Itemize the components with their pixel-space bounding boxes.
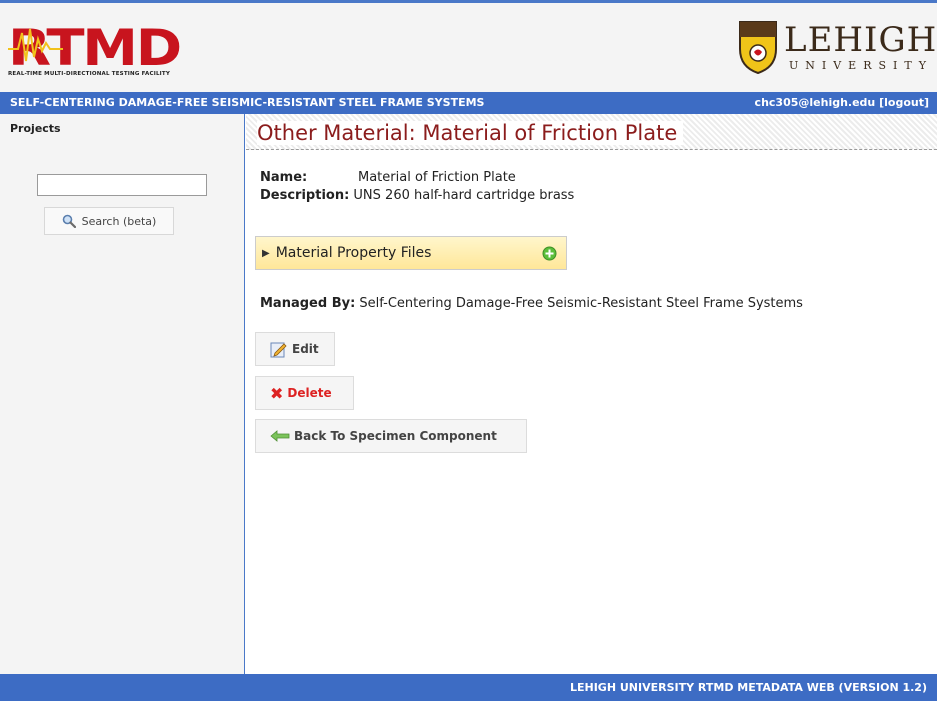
shield-icon [739,21,777,75]
edit-button[interactable]: Edit [255,332,335,366]
delete-x-icon: ✖ [270,383,284,403]
search-input[interactable] [37,174,207,196]
edit-icon [270,342,287,358]
user-logout-link[interactable]: chc305@lehigh.edu [logout] [755,96,929,109]
project-title[interactable]: SELF-CENTERING DAMAGE-FREE SEISMIC-RESIS… [10,96,484,109]
description-value: UNS 260 half-hard cartridge brass [353,188,575,203]
top-bar: SELF-CENTERING DAMAGE-FREE SEISMIC-RESIS… [0,92,937,114]
name-value: Material of Friction Plate [358,170,516,185]
name-label: Name: [260,170,308,185]
footer: LEHIGH UNIVERSITY RTMD METADATA WEB (VER… [0,674,937,701]
edit-button-label: Edit [292,342,319,356]
delete-button-label: Delete [287,386,332,400]
page-title: Other Material: Material of Friction Pla… [257,121,684,145]
managed-by: Managed By: Self-Centering Damage-Free S… [260,296,803,311]
description-label: Description: [260,188,350,203]
sidebar-title: Projects [10,122,61,135]
back-to-specimen-component-button[interactable]: Back To Specimen Component [255,419,527,453]
expand-triangle-icon[interactable]: ▶ [262,248,270,259]
material-info: Name: Material of Friction Plate Descrip… [260,169,574,205]
rtmd-logo-subtitle: REAL-TIME MULTI-DIRECTIONAL TESTING FACI… [8,71,171,77]
search-button[interactable]: Search (beta) [44,207,174,235]
sidebar: Projects Search (beta) [0,114,245,674]
add-file-icon[interactable] [542,246,557,261]
rtmd-logo-letters: RTMD [8,21,180,69]
delete-button[interactable]: ✖ Delete [255,376,354,410]
rtmd-logo-mark: RTMD [8,19,182,77]
footer-version-text: LEHIGH UNIVERSITY RTMD METADATA WEB (VER… [569,681,927,694]
managed-by-value: Self-Centering Damage-Free Seismic-Resis… [359,296,803,311]
site-header: RTMD REAL-TIME MULTI-DIRECTIONAL TESTING… [0,0,937,92]
lehigh-logo[interactable]: LEHIGH UNIVERSITY [737,19,937,79]
material-property-files-label: Material Property Files [275,245,432,261]
search-icon [62,214,76,228]
managed-by-label: Managed By: [260,296,356,311]
rtmd-logo[interactable]: RTMD REAL-TIME MULTI-DIRECTIONAL TESTING… [8,19,183,79]
back-button-label: Back To Specimen Component [294,429,497,443]
page-title-bar: Other Material: Material of Friction Pla… [246,114,937,150]
arrow-left-icon [270,430,290,442]
material-property-files-panel[interactable]: ▶ Material Property Files [255,236,567,270]
search-button-label: Search (beta) [81,214,157,228]
lehigh-name: LEHIGH [784,20,937,60]
lehigh-university-text: UNIVERSITY [789,59,933,72]
main-content: Other Material: Material of Friction Pla… [246,114,937,674]
